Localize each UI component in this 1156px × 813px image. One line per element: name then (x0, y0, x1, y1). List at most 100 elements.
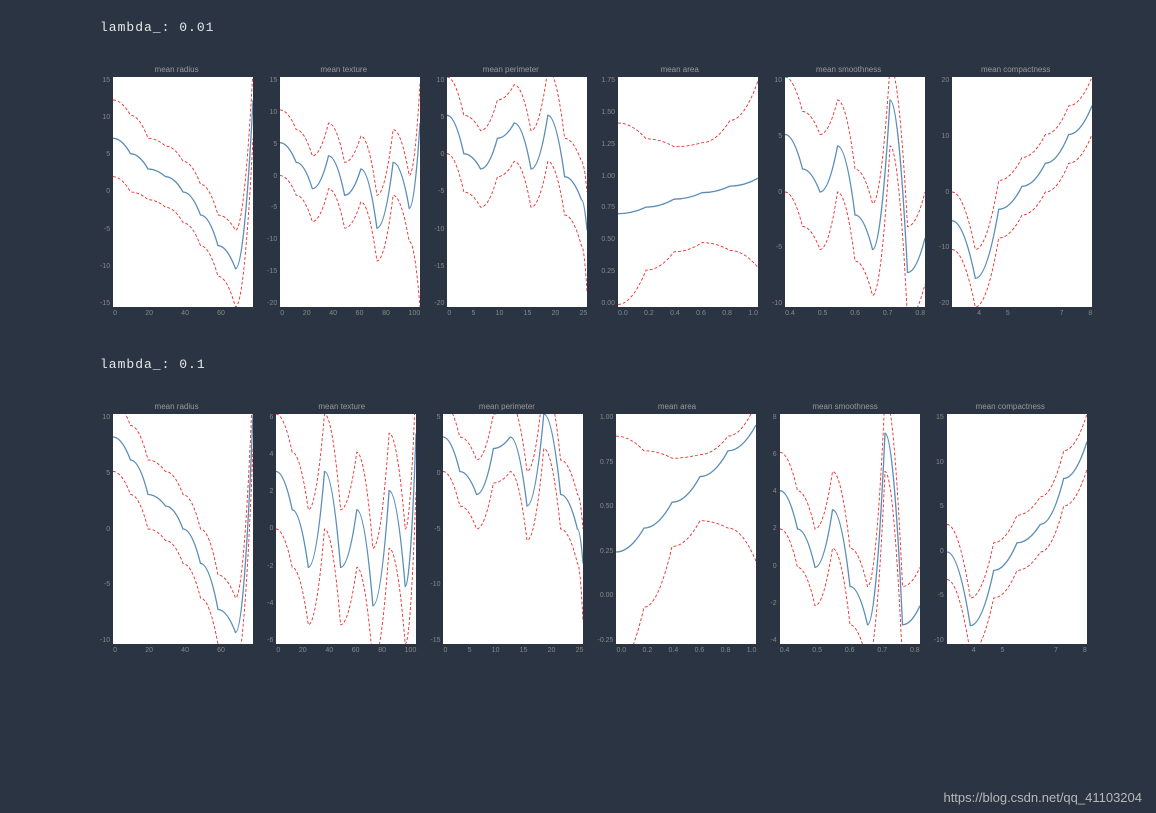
y-axis: 1050-5-10-15-20 (434, 77, 444, 307)
y-tick: 0 (106, 526, 110, 533)
x-tick: 0.5 (818, 310, 828, 317)
lower-ci-line (447, 154, 587, 292)
y-tick: 1.00 (601, 173, 615, 180)
x-tick: 40 (181, 647, 189, 654)
plot-svg (280, 77, 420, 307)
x-axis: 0.40.50.60.70.8 (780, 647, 920, 654)
y-tick: 0 (269, 525, 273, 532)
plot-svg (113, 414, 253, 644)
chart-row: mean radius151050-5-10-150204060mean tex… (100, 65, 1096, 317)
x-axis: 020406080100 (280, 310, 420, 317)
y-tick: 5 (273, 141, 277, 148)
x-axis: 0.00.20.40.60.81.0 (616, 647, 756, 654)
x-tick: 4 (977, 310, 981, 317)
y-tick: 15 (102, 77, 110, 84)
chart-title: mean area (658, 402, 696, 412)
chart-title: mean compactness (981, 65, 1050, 75)
x-tick: 15 (524, 310, 532, 317)
x-tick: 60 (217, 310, 225, 317)
section-0: lambda_: 0.01mean radius151050-5-10-1502… (100, 20, 1096, 317)
y-tick: 0 (945, 189, 949, 196)
x-tick: 15 (520, 647, 528, 654)
upper-ci-line (616, 414, 756, 458)
x-tick: 7 (1054, 647, 1058, 654)
x-tick: 5 (468, 647, 472, 654)
y-tick: 1.00 (600, 414, 614, 421)
y-tick: 6 (269, 414, 273, 421)
x-tick: 20 (145, 310, 153, 317)
y-tick: -2 (770, 600, 776, 607)
x-axis: 0.40.50.60.70.8 (785, 310, 925, 317)
y-tick: -20 (939, 300, 949, 307)
lower-ci-line (952, 135, 1092, 308)
x-tick: 0.6 (845, 647, 855, 654)
y-tick: -5 (104, 226, 110, 233)
y-tick: -15 (100, 300, 110, 307)
y-tick: 5 (940, 503, 944, 510)
x-tick: 0.7 (883, 310, 893, 317)
y-tick: -10 (100, 637, 110, 644)
chart-panel: mean compactness151050-5-104578 (934, 402, 1087, 654)
y-tick: 10 (102, 114, 110, 121)
mean-line (276, 433, 416, 606)
chart-panel: mean texture6420-2-4-6020406080100 (267, 402, 416, 654)
y-tick: 5 (106, 470, 110, 477)
y-tick: 8 (773, 414, 777, 421)
x-tick: 0.4 (785, 310, 795, 317)
x-tick: 0.7 (877, 647, 887, 654)
x-tick: 25 (580, 310, 588, 317)
plot-svg (113, 77, 253, 307)
x-tick: 0 (280, 310, 284, 317)
x-tick: 10 (496, 310, 504, 317)
x-tick: 8 (1088, 310, 1092, 317)
upper-ci-line (447, 77, 587, 192)
x-tick: 0.8 (722, 310, 732, 317)
y-tick: -5 (938, 592, 944, 599)
x-tick: 0.4 (669, 647, 679, 654)
lower-ci-line (276, 491, 416, 644)
y-tick: 1.50 (601, 109, 615, 116)
y-tick: -4 (770, 637, 776, 644)
upper-ci-line (443, 414, 583, 529)
y-tick: -6 (267, 637, 273, 644)
x-tick: 20 (145, 647, 153, 654)
x-tick: 0.6 (696, 310, 706, 317)
x-tick: 20 (552, 310, 560, 317)
x-tick: 0.2 (644, 310, 654, 317)
plot-svg (276, 414, 416, 644)
x-tick: 0.8 (721, 647, 731, 654)
plot-svg (952, 77, 1092, 307)
y-axis: 50-5-10-15 (430, 414, 440, 644)
chart-title: mean smoothness (812, 402, 877, 412)
x-tick: 0.4 (780, 647, 790, 654)
y-tick: -5 (104, 581, 110, 588)
lower-ci-line (443, 449, 583, 622)
x-tick: 80 (382, 310, 390, 317)
y-tick: 5 (106, 151, 110, 158)
x-tick: 20 (548, 647, 556, 654)
y-tick: -15 (430, 637, 440, 644)
y-tick: -10 (939, 244, 949, 251)
lower-ci-line (618, 243, 758, 305)
y-tick: 0.00 (600, 592, 614, 599)
x-tick: 40 (181, 310, 189, 317)
y-axis: 1.000.750.500.250.00-0.25 (597, 414, 613, 644)
y-tick: 0 (773, 563, 777, 570)
x-tick: 0 (276, 647, 280, 654)
x-tick: 40 (325, 647, 333, 654)
x-tick: 40 (329, 310, 337, 317)
mean-line (785, 100, 925, 273)
lower-ci-line (280, 176, 420, 307)
x-tick: 0.2 (643, 647, 653, 654)
y-tick: 0 (437, 470, 441, 477)
upper-ci-line (276, 414, 416, 548)
upper-ci-line (618, 81, 758, 147)
y-axis: 1050-5-10 (100, 414, 110, 644)
mean-line (947, 442, 1087, 626)
chart-title: mean perimeter (479, 402, 535, 412)
y-tick: 10 (936, 459, 944, 466)
chart-panel: mean radius151050-5-10-150204060 (100, 65, 253, 317)
x-tick: 20 (299, 647, 307, 654)
x-tick: 60 (217, 647, 225, 654)
y-tick: 0.50 (601, 236, 615, 243)
